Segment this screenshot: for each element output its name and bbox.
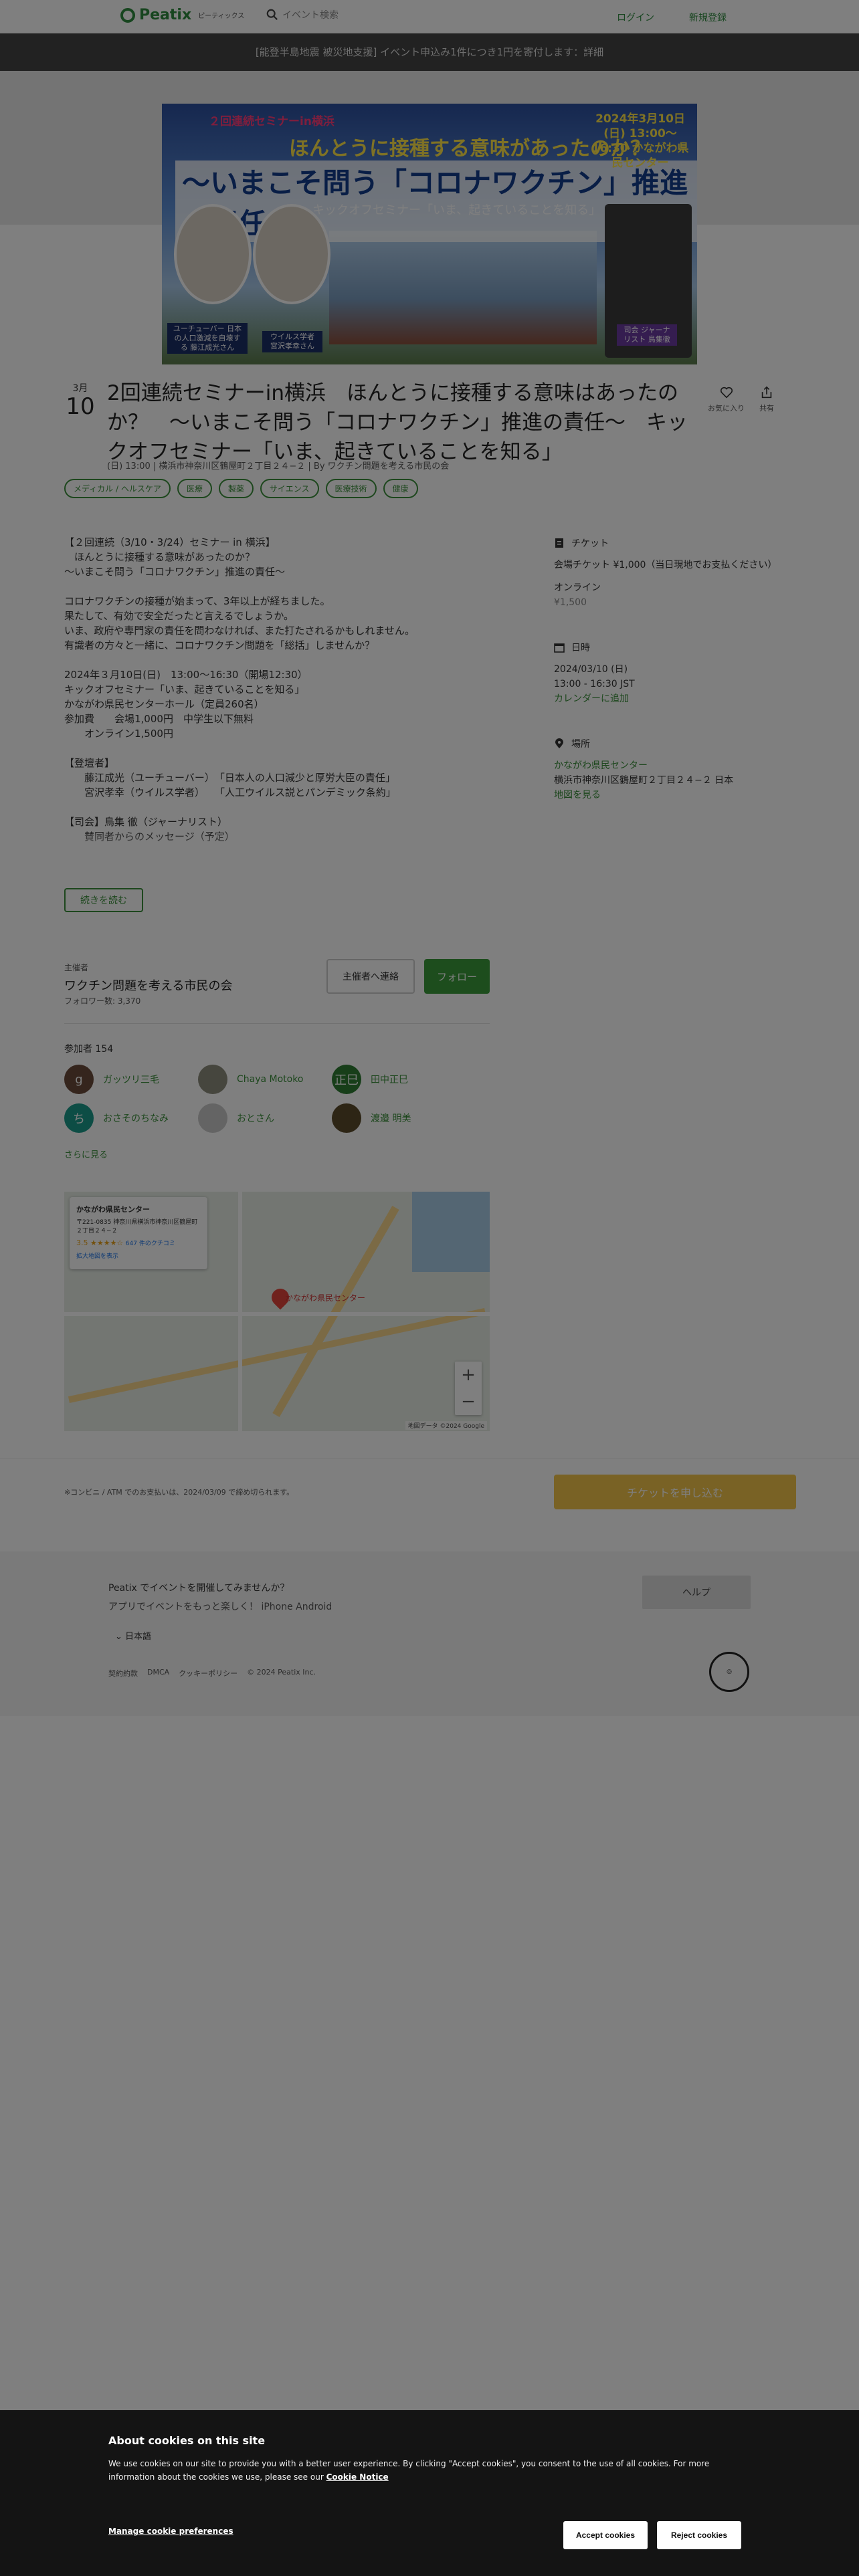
cookie-body: We use cookies on our site to provide yo… [108, 2457, 724, 2484]
accept-cookies-button[interactable]: Accept cookies [563, 2521, 648, 2549]
cookie-banner: About cookies on this site We use cookie… [0, 2410, 859, 2576]
cookie-overlay [0, 0, 859, 2576]
manage-cookie-preferences-link[interactable]: Manage cookie preferences [108, 2527, 233, 2536]
cookie-notice-link[interactable]: Cookie Notice [326, 2472, 389, 2482]
cookie-title: About cookies on this site [108, 2434, 266, 2447]
reject-cookies-button[interactable]: Reject cookies [657, 2521, 741, 2549]
cookie-body-text: We use cookies on our site to provide yo… [108, 2459, 710, 2482]
